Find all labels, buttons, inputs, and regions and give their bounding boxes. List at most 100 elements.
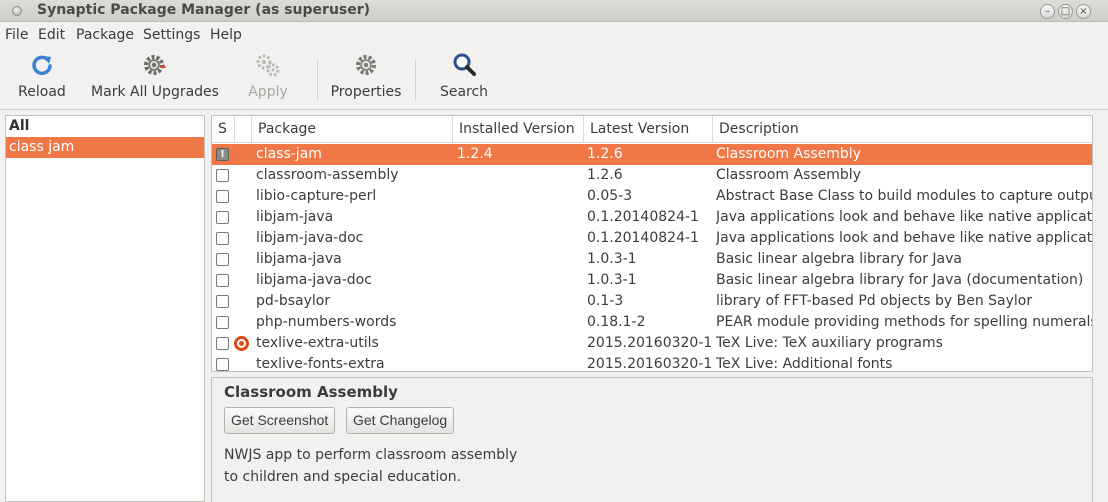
ubuntu-icon (234, 336, 249, 351)
table-row[interactable]: texlive-extra-utils 2015.20160320-1 TeX Li… (212, 333, 1092, 354)
package-name: libjam-java-doc (256, 230, 364, 246)
reload-label: Reload (18, 84, 66, 100)
package-description: TeX Live: TeX auxiliary programs (716, 335, 943, 351)
column-support[interactable] (235, 116, 252, 143)
menu-file[interactable]: File (5, 27, 28, 43)
table-row[interactable]: ! class-jam 1.2.4 1.2.6 Classroom Assembly (212, 144, 1092, 165)
package-list: S Package Installed Version Latest Versi… (211, 115, 1093, 372)
status-checkbox[interactable] (216, 169, 229, 182)
package-description: TeX Live: Additional fonts (716, 356, 893, 372)
menu-edit[interactable]: Edit (38, 27, 65, 43)
details-description-line: NWJS app to perform classroom assembly (224, 447, 518, 463)
latest-version: 1.2.6 (587, 146, 623, 162)
column-header: S Package Installed Version Latest Versi… (212, 116, 1092, 143)
package-description: Basic linear algebra library for Java (d… (716, 272, 1084, 288)
menu-bar: File Edit Package Settings Help (0, 24, 1108, 46)
window-menu-icon[interactable] (12, 6, 22, 16)
status-checkbox[interactable] (216, 253, 229, 266)
status-checkbox[interactable] (216, 358, 229, 371)
search-icon (453, 53, 476, 76)
table-row[interactable]: texlive-fonts-extra 2015.20160320-1 TeX Li… (212, 354, 1092, 372)
menu-help[interactable]: Help (210, 27, 242, 43)
latest-version: 2015.20160320-1 (587, 335, 711, 351)
menu-settings[interactable]: Settings (143, 27, 200, 43)
installed-version: 1.2.4 (457, 146, 493, 162)
toolbar-separator (317, 60, 318, 100)
package-name: pd-bsaylor (256, 293, 331, 309)
filter-header-all[interactable]: All (6, 116, 204, 137)
package-description: Classroom Assembly (716, 146, 861, 162)
package-description: Basic linear algebra library for Java (716, 251, 962, 267)
table-row[interactable]: libio-capture-perl 0.05-3 Abstract Base Cl… (212, 186, 1092, 207)
package-description: Classroom Assembly (716, 167, 861, 183)
table-row[interactable]: classroom-assembly 1.2.6 Classroom Assembl… (212, 165, 1092, 186)
status-checkbox[interactable] (216, 337, 229, 350)
table-row[interactable]: pd-bsaylor 0.1-3 library of FFT-based Pd o… (212, 291, 1092, 312)
latest-version: 0.18.1-2 (587, 314, 646, 330)
search-button[interactable]: Search (436, 50, 492, 106)
package-description: Java applications look and behave like n… (716, 230, 1092, 246)
title-bar: Synaptic Package Manager (as superuser) … (0, 0, 1108, 22)
broken-status-icon[interactable]: ! (216, 148, 229, 161)
details-description-line: to children and special education. (224, 469, 462, 485)
menu-package[interactable]: Package (76, 27, 134, 43)
reload-icon (32, 55, 52, 76)
status-checkbox[interactable] (216, 316, 229, 329)
package-details: Classroom Assembly Get Screenshot Get Ch… (211, 377, 1093, 502)
column-installed-version[interactable]: Installed Version (453, 116, 584, 143)
minimize-button[interactable]: – (1040, 4, 1055, 19)
latest-version: 0.05-3 (587, 188, 633, 204)
get-changelog-button[interactable]: Get Changelog (346, 407, 455, 434)
status-checkbox[interactable] (216, 190, 229, 203)
package-description: library of FFT-based Pd objects by Ben S… (716, 293, 1033, 309)
details-description: NWJS app to perform classroom assembly t… (224, 444, 517, 488)
column-latest-version[interactable]: Latest Version (584, 116, 713, 143)
properties-button[interactable]: Properties (328, 50, 404, 106)
status-checkbox[interactable] (216, 211, 229, 224)
get-screenshot-button[interactable]: Get Screenshot (224, 407, 336, 434)
status-checkbox[interactable] (216, 295, 229, 308)
gear-icon (356, 55, 376, 75)
gear-icon (144, 55, 166, 75)
package-description: PEAR module providing methods for spelli… (716, 314, 1092, 330)
package-name: class-jam (256, 146, 322, 162)
reload-button[interactable]: Reload (14, 50, 70, 106)
latest-version: 0.1-3 (587, 293, 624, 309)
apply-button[interactable]: Apply (243, 50, 293, 106)
maximize-button[interactable]: □ (1058, 4, 1073, 19)
table-row[interactable]: php-numbers-words 0.18.1-2 PEAR module pro… (212, 312, 1092, 333)
window-edge (1094, 115, 1108, 502)
table-row[interactable]: libjama-java-doc 1.0.3-1 Basic linear alge… (212, 270, 1092, 291)
package-name: texlive-fonts-extra (256, 356, 385, 372)
package-name: libio-capture-perl (256, 188, 377, 204)
filter-item-class-jam[interactable]: class jam (6, 137, 204, 158)
status-checkbox[interactable] (216, 274, 229, 287)
properties-label: Properties (330, 84, 402, 100)
package-name: texlive-extra-utils (256, 335, 379, 351)
package-description: Java applications look and behave like n… (716, 209, 1092, 225)
filter-list: All class jam (5, 115, 205, 502)
package-name: libjama-java (256, 251, 342, 267)
column-package[interactable]: Package (252, 116, 453, 143)
latest-version: 1.0.3-1 (587, 272, 637, 288)
package-name: libjama-java-doc (256, 272, 372, 288)
window-title: Synaptic Package Manager (as superuser) (37, 2, 371, 18)
toolbar: Reload Mark All Upgrades Apply Propertie… (0, 46, 1108, 110)
table-row[interactable]: libjam-java-doc 0.1.20140824-1 Java applic… (212, 228, 1092, 249)
column-status[interactable]: S (212, 116, 235, 143)
table-row[interactable]: libjama-java 1.0.3-1 Basic linear algebra … (212, 249, 1092, 270)
package-rows: ! class-jam 1.2.4 1.2.6 Classroom Assembly cl… (212, 144, 1092, 372)
package-name: libjam-java (256, 209, 334, 225)
table-row[interactable]: libjam-java 0.1.20140824-1 Java applicatio… (212, 207, 1092, 228)
mark-all-upgrades-button[interactable]: Mark All Upgrades (90, 50, 220, 106)
latest-version: 0.1.20140824-1 (587, 209, 699, 225)
package-name: php-numbers-words (256, 314, 397, 330)
toolbar-separator (415, 60, 416, 100)
latest-version: 1.2.6 (587, 167, 623, 183)
search-label: Search (439, 84, 489, 100)
latest-version: 0.1.20140824-1 (587, 230, 699, 246)
status-checkbox[interactable] (216, 232, 229, 245)
column-description[interactable]: Description (713, 116, 1092, 143)
details-title: Classroom Assembly (224, 383, 398, 401)
close-button[interactable]: × (1076, 4, 1091, 19)
